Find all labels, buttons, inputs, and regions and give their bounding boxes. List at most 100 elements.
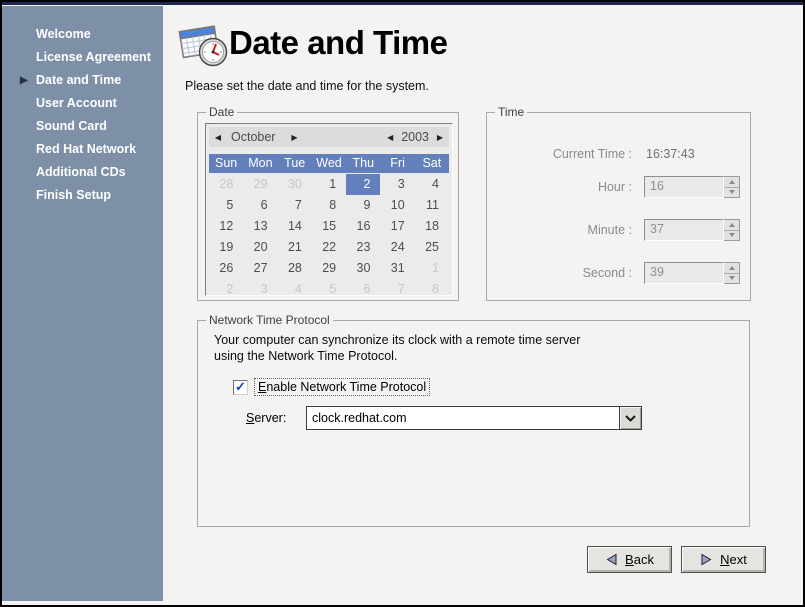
calendar-day-cell[interactable]: 17 [380, 216, 414, 237]
calendar-day-cell[interactable]: 26 [209, 258, 243, 279]
calendar-day-cell[interactable]: 4 [415, 174, 449, 195]
calendar-day-cell[interactable]: 18 [415, 216, 449, 237]
calendar-day-cell[interactable]: 16 [346, 216, 380, 237]
sidebar-item: ▶Date and Time [2, 69, 163, 92]
sidebar-item: Sound Card [2, 115, 163, 138]
back-button[interactable]: Back [587, 546, 672, 573]
sidebar-item: Finish Setup [2, 184, 163, 207]
calendar-day-cell[interactable]: 10 [380, 195, 414, 216]
sidebar-item-label: User Account [36, 96, 117, 110]
calendar-day-name: Sat [415, 154, 449, 173]
ntp-enable-checkbox-label[interactable]: Enable Network Time Protocol [254, 378, 430, 396]
up-arrow-icon[interactable] [724, 177, 739, 188]
next-month-arrow-icon[interactable]: ▶ [285, 133, 303, 142]
sidebar-item-label: Finish Setup [36, 188, 111, 202]
hour-spin-buttons [724, 176, 740, 198]
calendar-nav: ◀ October ▶ ◀ 2003 ▶ [209, 127, 449, 147]
server-combobox: clock.redhat.com [306, 406, 642, 430]
down-arrow-icon[interactable] [724, 274, 739, 284]
calendar-day-cell[interactable]: 30 [346, 258, 380, 279]
calendar-day-name: Fri [380, 154, 414, 173]
page-title: Date and Time [229, 24, 447, 62]
calendar-day-cell[interactable]: 20 [243, 237, 277, 258]
second-row: Second : 39 [487, 262, 740, 284]
up-arrow-icon[interactable] [724, 263, 739, 274]
sidebar-item-label: Additional CDs [36, 165, 126, 179]
calendar-day-cell[interactable]: 27 [243, 258, 277, 279]
calendar-day-cell[interactable]: 31 [380, 258, 414, 279]
calendar-day-cell[interactable]: 8 [312, 195, 346, 216]
calendar-day-name: Sun [209, 154, 243, 173]
calendar-day-cell[interactable]: 6 [243, 195, 277, 216]
calendar-day-name: Tue [278, 154, 312, 173]
server-row: Server: clock.redhat.com [246, 406, 642, 430]
sidebar-item-label: Welcome [36, 27, 91, 41]
calendar-day-cell[interactable]: 23 [346, 237, 380, 258]
calendar-day-cell[interactable]: 11 [415, 195, 449, 216]
prev-year-arrow-icon[interactable]: ◀ [381, 133, 399, 142]
calendar-day-cell[interactable]: 22 [312, 237, 346, 258]
time-frame: Time Current Time : 16:37:43 Hour : 16 M… [486, 112, 751, 301]
sidebar-item-label: License Agreement [36, 50, 151, 64]
calendar-day-cell[interactable]: 3 [380, 174, 414, 195]
minute-stepper[interactable]: 37 [644, 219, 740, 241]
calendar-day-cell: 6 [346, 279, 380, 300]
calendar-day-cell[interactable]: 5 [209, 195, 243, 216]
ntp-frame-label: Network Time Protocol [206, 313, 333, 327]
page-subtitle: Please set the date and time for the sys… [185, 79, 429, 93]
server-combobox-input[interactable]: clock.redhat.com [306, 406, 619, 430]
calendar-day-cell[interactable]: 7 [278, 195, 312, 216]
chevron-down-icon[interactable] [619, 406, 642, 430]
calendar-day-name: Mon [243, 154, 277, 173]
calendar-day-cell[interactable]: 14 [278, 216, 312, 237]
calendar-day-cell[interactable]: 25 [415, 237, 449, 258]
calendar-day-cell-selected[interactable]: 2 [346, 174, 380, 195]
down-arrow-icon[interactable] [724, 231, 739, 241]
calendar-day-cell[interactable]: 1 [312, 174, 346, 195]
down-arrow-icon[interactable] [724, 188, 739, 198]
ntp-enable-checkbox[interactable]: ✓ [233, 380, 248, 395]
second-field[interactable]: 39 [644, 262, 724, 284]
calendar-day-cell[interactable]: 21 [278, 237, 312, 258]
calendar-day-cell[interactable]: 12 [209, 216, 243, 237]
calendar-day-cell: 2 [209, 279, 243, 300]
calendar-day-name: Wed [312, 154, 346, 173]
checkmark-icon: ✓ [235, 380, 246, 393]
second-label: Second : [487, 266, 632, 280]
server-label: Server: [246, 411, 298, 425]
hour-field[interactable]: 16 [644, 176, 724, 198]
sidebar-item: Welcome [2, 23, 163, 46]
second-stepper[interactable]: 39 [644, 262, 740, 284]
calendar-day-cell[interactable]: 15 [312, 216, 346, 237]
hour-stepper[interactable]: 16 [644, 176, 740, 198]
calendar-day-cell[interactable]: 29 [312, 258, 346, 279]
date-frame: Date ◀ October ▶ ◀ 2003 ▶ SunMonTueWedTh… [197, 112, 459, 301]
minute-field[interactable]: 37 [644, 219, 724, 241]
prev-month-arrow-icon[interactable]: ◀ [209, 133, 227, 142]
calendar-day-cell[interactable]: 28 [278, 258, 312, 279]
minute-label: Minute : [487, 223, 632, 237]
calendar-day-cell[interactable]: 19 [209, 237, 243, 258]
ntp-description: Your computer can synchronize its clock … [214, 332, 580, 364]
next-button[interactable]: Next [681, 546, 766, 573]
back-button-label: Back [625, 552, 654, 567]
calendar-day-cell: 1 [415, 258, 449, 279]
calendar-day-cell[interactable]: 13 [243, 216, 277, 237]
calendar-day-cell[interactable]: 9 [346, 195, 380, 216]
main-content: Date and Time Please set the date and ti… [163, 2, 803, 605]
calendar-day-cell: 28 [209, 174, 243, 195]
hour-row: Hour : 16 [487, 176, 740, 198]
calendar-year-label: 2003 [401, 130, 429, 144]
minute-row: Minute : 37 [487, 219, 740, 241]
calendar-day-header: SunMonTueWedThuFriSat [209, 154, 449, 173]
up-arrow-icon[interactable] [724, 220, 739, 231]
sidebar-item-label: Red Hat Network [36, 142, 136, 156]
sidebar-nav: Welcome License Agreement ▶Date and Time Us… [2, 6, 163, 601]
next-year-arrow-icon[interactable]: ▶ [431, 133, 449, 142]
current-time-label: Current Time : [487, 147, 632, 161]
active-step-arrow-icon: ▶ [20, 69, 28, 92]
calendar-day-cell[interactable]: 24 [380, 237, 414, 258]
sidebar-item-label: Sound Card [36, 119, 107, 133]
calendar-day-cell: 7 [380, 279, 414, 300]
calendar-day-name: Thu [346, 154, 380, 173]
